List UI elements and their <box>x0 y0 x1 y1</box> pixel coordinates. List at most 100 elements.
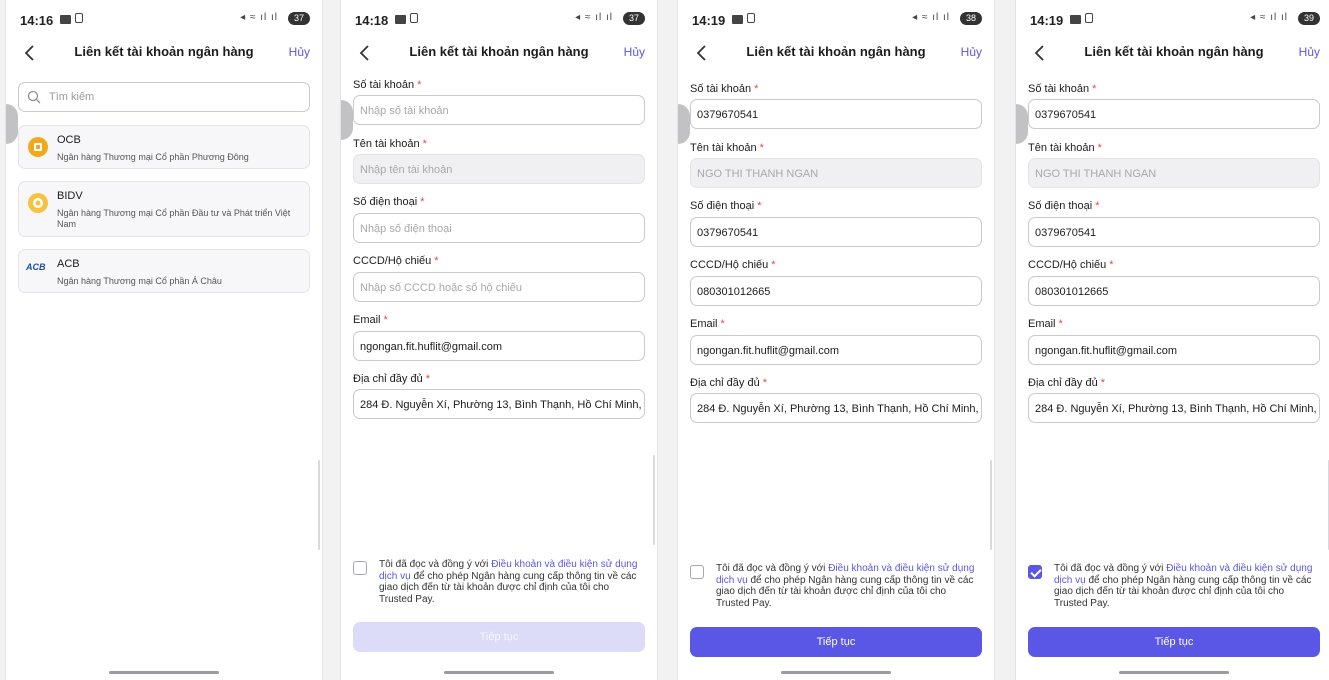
continue-button[interactable]: Tiếp tục <box>690 627 982 657</box>
account-name-field: NGO THI THANH NGAN <box>690 158 982 188</box>
id-field[interactable]: Nhập số CCCD hoặc số hộ chiếu <box>353 272 645 302</box>
screen-filled-form: 14:19 ◂ ≈ ıl ıl 38 Liên kết tài khoản ng… <box>678 0 994 680</box>
screen-filled-form-checked: 14:19 ◂ ≈ ıl ıl 39 Liên kết tài khoản ng… <box>1016 0 1329 680</box>
scrollbar[interactable] <box>990 460 992 550</box>
account-name-field: NGO THI THANH NGAN <box>1028 158 1320 188</box>
battery-badge: 39 <box>1298 12 1320 25</box>
terms-text: Tôi đã đọc và đồng ý với Điều khoản và đ… <box>1054 563 1313 609</box>
terms-checkbox[interactable] <box>690 565 704 579</box>
edge-panel-handle[interactable] <box>6 104 18 144</box>
account-no-value: 0379670541 <box>697 109 759 121</box>
terms-checkbox[interactable] <box>353 561 367 575</box>
status-time: 14:19 <box>1030 13 1064 28</box>
bank-item-acb[interactable]: ACB ACB Ngân hàng Thương mại Cổ phần Á C… <box>18 249 310 293</box>
label-address: Địa chỉ đầy đủ * <box>353 373 430 385</box>
email-field[interactable]: ngongan.fit.huflit@gmail.com <box>353 331 645 361</box>
status-time: 14:18 <box>355 13 389 28</box>
label-account-name: Tên tài khoản * <box>1028 142 1102 154</box>
label-id: CCCD/Hộ chiếu * <box>353 255 439 267</box>
id-value: 080301012665 <box>697 286 771 298</box>
search-icon <box>27 90 41 104</box>
home-indicator <box>1119 671 1229 674</box>
home-indicator <box>109 671 219 674</box>
email-field[interactable]: ngongan.fit.huflit@gmail.com <box>690 335 982 365</box>
cancel-button[interactable]: Hủy <box>961 45 982 59</box>
label-account-no: Số tài khoản * <box>690 83 759 95</box>
cancel-button[interactable]: Hủy <box>289 45 310 59</box>
phone-value: 0379670541 <box>1035 227 1097 239</box>
address-value: 284 Đ. Nguyễn Xí, Phường 13, Bình Thạnh,… <box>1035 403 1320 415</box>
bank-full-name: Ngân hàng Thương mại Cổ phần Đầu tư và P… <box>57 208 291 229</box>
status-time: 14:19 <box>692 13 726 28</box>
battery-badge: 37 <box>288 12 310 25</box>
label-email: Email * <box>690 318 725 330</box>
edge-panel-handle[interactable] <box>678 104 690 144</box>
mail-icon <box>395 15 406 24</box>
scrollbar[interactable] <box>318 460 320 550</box>
id-placeholder: Nhập số CCCD hoặc số hộ chiếu <box>360 282 523 294</box>
signal-icon: ◂ ≈ ıl ıl <box>1250 12 1288 23</box>
phone-field[interactable]: 0379670541 <box>1028 217 1320 247</box>
account-no-field[interactable]: 0379670541 <box>1028 99 1320 129</box>
label-address: Địa chỉ đầy đủ * <box>690 377 767 389</box>
bank-full-name: Ngân hàng Thương mại Cổ phần Phương Đông <box>57 152 249 162</box>
id-field[interactable]: 080301012665 <box>1028 276 1320 306</box>
app-bar: Liên kết tài khoản ngân hàng Hủy <box>678 36 994 70</box>
continue-button[interactable]: Tiếp tục <box>353 622 645 652</box>
label-phone: Số điện thoại * <box>353 196 425 208</box>
battery-badge: 38 <box>960 12 982 25</box>
account-name-placeholder: Nhập tên tài khoản <box>360 164 453 176</box>
terms-text: Tôi đã đọc và đồng ý với Điều khoản và đ… <box>716 563 975 609</box>
account-no-field[interactable]: 0379670541 <box>690 99 982 129</box>
search-input[interactable]: Tìm kiếm <box>18 82 310 112</box>
page-title: Liên kết tài khoản ngân hàng <box>409 44 589 59</box>
address-field[interactable]: 284 Đ. Nguyễn Xí, Phường 13, Bình Thạnh,… <box>353 389 645 419</box>
page-title: Liên kết tài khoản ngân hàng <box>1084 44 1264 59</box>
app-bar: Liên kết tài khoản ngân hàng Hủy <box>6 36 322 70</box>
lock-icon <box>1085 13 1093 23</box>
signal-icon: ◂ ≈ ıl ıl <box>240 12 278 23</box>
status-bar: 14:19 ◂ ≈ ıl ıl 38 <box>678 0 994 36</box>
battery-badge: 37 <box>623 12 645 25</box>
label-id: CCCD/Hộ chiếu * <box>1028 259 1114 271</box>
phone-field[interactable]: 0379670541 <box>690 217 982 247</box>
account-no-value: 0379670541 <box>1035 109 1097 121</box>
edge-panel-handle[interactable] <box>341 100 353 140</box>
address-field[interactable]: 284 Đ. Nguyễn Xí, Phường 13, Bình Thạnh,… <box>1028 393 1320 423</box>
id-field[interactable]: 080301012665 <box>690 276 982 306</box>
signal-icon: ◂ ≈ ıl ıl <box>912 12 950 23</box>
page-title: Liên kết tài khoản ngân hàng <box>74 44 254 59</box>
account-no-field[interactable]: Nhập số tài khoản <box>353 95 645 125</box>
label-email: Email * <box>1028 318 1063 330</box>
lock-icon <box>75 13 83 23</box>
app-bar: Liên kết tài khoản ngân hàng Hủy <box>1016 36 1329 70</box>
label-account-name: Tên tài khoản * <box>690 142 764 154</box>
status-time: 14:16 <box>20 13 54 28</box>
cancel-button[interactable]: Hủy <box>1299 45 1320 59</box>
bank-item-ocb[interactable]: OCB Ngân hàng Thương mại Cổ phần Phương … <box>18 125 310 169</box>
terms-checkbox[interactable] <box>1028 565 1042 579</box>
page-title: Liên kết tài khoản ngân hàng <box>746 44 926 59</box>
cancel-button[interactable]: Hủy <box>624 45 645 59</box>
email-field[interactable]: ngongan.fit.huflit@gmail.com <box>1028 335 1320 365</box>
address-field[interactable]: 284 Đ. Nguyễn Xí, Phường 13, Bình Thạnh,… <box>690 393 982 423</box>
continue-button[interactable]: Tiếp tục <box>1028 627 1320 657</box>
edge-panel-handle[interactable] <box>1016 104 1028 144</box>
email-value: ngongan.fit.huflit@gmail.com <box>697 345 840 357</box>
account-name-field: Nhập tên tài khoản <box>353 154 645 184</box>
label-phone: Số điện thoại * <box>1028 200 1100 212</box>
bidv-logo-icon <box>28 193 48 213</box>
acb-logo-icon: ACB <box>26 262 46 272</box>
account-name-value: NGO THI THANH NGAN <box>697 168 819 180</box>
mail-icon <box>60 15 71 24</box>
phone-placeholder: Nhập số điện thoại <box>360 223 452 235</box>
status-bar: 14:16 ◂ ≈ ıl ıl 37 <box>6 0 322 36</box>
phone-field[interactable]: Nhập số điện thoại <box>353 213 645 243</box>
signal-icon: ◂ ≈ ıl ıl <box>575 12 613 23</box>
id-value: 080301012665 <box>1035 286 1109 298</box>
lock-icon <box>747 13 755 23</box>
scrollbar[interactable] <box>653 455 655 545</box>
label-phone: Số điện thoại * <box>690 200 762 212</box>
search-placeholder: Tìm kiếm <box>49 91 95 103</box>
bank-item-bidv[interactable]: BIDV Ngân hàng Thương mại Cổ phần Đầu tư… <box>18 181 310 237</box>
